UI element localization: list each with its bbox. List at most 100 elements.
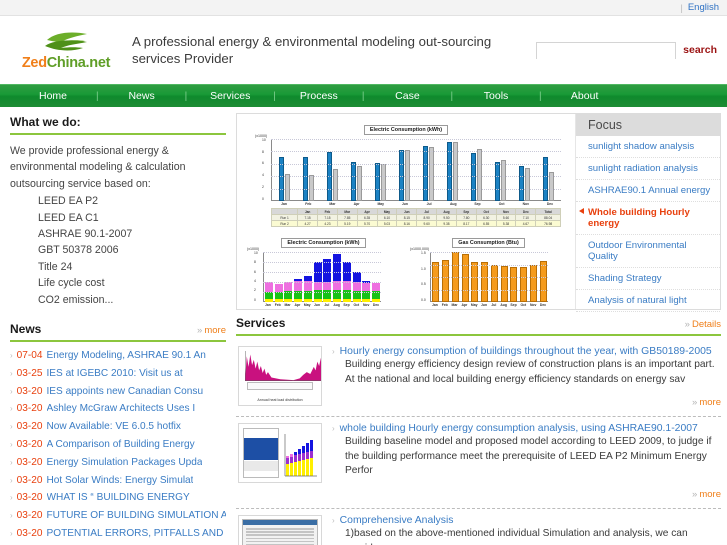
news-date: 03-20 [16,528,43,540]
nav-separator: | [96,90,99,102]
news-link[interactable]: Now Available: VE 6.0.5 hotfix [47,418,181,436]
banner-panel: Electric Consumption (kWh) (x1000) 10 8 6 4… [236,113,721,312]
chevron-right-icon: › [10,511,13,521]
site-logo[interactable]: ZedChina.net [14,30,118,71]
chart-title: Electric Consumption (kWh) [281,238,366,248]
news-link[interactable]: Energy Modeling, ASHRAE 90.1 An [47,347,206,365]
news-list-item[interactable]: › 07-04 Energy Modeling, ASHRAE 90.1 An [10,347,226,365]
nav-separator: | [361,90,365,102]
bar-group [392,139,416,201]
news-list-item[interactable]: › 03-20 IES appoints new Canadian Consu [10,383,226,401]
bar-group [489,139,513,201]
news-list-item[interactable]: › 03-20 Now Available: VE 6.0.5 hotfix [10,418,226,436]
service-thumbnail-ashrae-standard[interactable] [238,423,322,484]
chevron-right-icon: › [10,386,13,396]
whatwedo-header: What we do: [10,115,226,135]
search-input[interactable] [537,45,676,61]
service-thumbnail-comprehensive-analysis[interactable] [238,514,322,545]
news-link[interactable]: IES at IGEBC 2010: Visit us at [47,365,183,383]
service-more-link[interactable]: » more [692,397,721,408]
service-body: › whole building Hourly energy consumpti… [332,423,721,502]
focus-item-ashrae-annual-energy[interactable]: ASHRAE90.1 Annual energy [576,180,720,202]
nav-item-about[interactable]: About [558,90,612,102]
news-link[interactable]: Energy Simulation Packages Upda [47,454,203,472]
double-chevron-icon: » [684,319,690,330]
service-more-link[interactable]: » more [692,489,721,500]
news-date: 03-20 [16,439,43,451]
whatwedo-item: Life cycle cost [38,277,105,290]
focus-item-whole-building-hourly-energy[interactable]: Whole building Hourly energy [576,202,720,235]
services-details-link[interactable]: » Details [685,319,721,330]
news-more-link[interactable]: » more [197,325,226,336]
news-link[interactable]: POTENTIAL ERRORS, PITFALLS AND [47,525,224,543]
news-link[interactable]: WHAT IS “ BUILDING ENERGY [47,489,190,507]
service-title-link[interactable]: Hourly energy consumption of buildings t… [340,346,712,357]
bar-segment [303,299,312,302]
main-navigation: Home | News | Services | Process | Case … [0,84,727,107]
news-list-item[interactable]: › 03-20 A Comparison of Building Energy [10,436,226,454]
focus-item-shading-strategy[interactable]: Shading Strategy [576,268,720,290]
service-description: 1)based on the above-mentioned individua… [345,527,688,545]
services-details-label: Details [691,319,721,330]
news-list-item[interactable]: › 03-20 Hot Solar Winds: Energy Simulat [10,472,226,490]
bar-group [344,139,368,201]
news-link[interactable]: Hot Solar Winds: Energy Simulat [47,472,194,490]
bar-series [272,139,561,201]
bar [501,160,507,201]
news-date: 03-20 [16,492,43,504]
focus-item-analysis-of-natural-light[interactable]: Analysis of natural light [576,290,720,312]
chevron-right-icon: › [332,424,335,434]
news-link[interactable]: IES appoints new Canadian Consu [47,383,204,401]
nav-item-process[interactable]: Process [292,90,346,102]
news-list-item[interactable]: › 03-20 FUTURE OF BUILDING SIMULATION A [10,507,226,525]
language-english-link[interactable]: English [688,2,719,13]
service-more: » more [332,484,721,502]
news-link[interactable]: A Comparison of Building Energy [47,436,195,454]
chevron-right-icon: › [332,347,335,356]
service-list-item[interactable]: Annual heat load distribution › Hourly e… [236,340,721,412]
nav-item-news[interactable]: News [115,90,169,102]
bar-segment [362,299,371,302]
bar-group [274,252,284,302]
service-list-item[interactable]: › Comprehensive Analysis 1)based on the … [236,509,721,545]
news-link[interactable]: Ashley McGraw Architects Uses I [47,400,196,418]
focus-item-sunlight-shadow-analysis[interactable]: sunlight shadow analysis [576,136,720,158]
thumb-caption: Annual heat load distribution [257,398,303,402]
bar-segment [352,299,361,302]
bar [374,163,380,201]
nav-item-case[interactable]: Case [380,90,434,102]
whatwedo-item: LEED EA C1 [38,211,99,224]
whatwedo-list: LEED EA P2 LEED EA C1 ASHRAE 90.1-2007 G… [10,193,226,308]
bar [429,147,434,201]
nav-item-home[interactable]: Home [26,90,80,102]
nav-separator: | [273,90,276,102]
y-tick-labels: 10 8 6 4 2 0 [262,138,266,201]
focus-item-sunlight-radiation-analysis[interactable]: sunlight radiation analysis [576,158,720,180]
service-thumbnail-annual-heat-load[interactable]: Annual heat load distribution [238,346,322,406]
nav-item-tools[interactable]: Tools [469,90,523,102]
focus-panel: Focus sunlight shadow analysis sunlight … [575,114,720,312]
bar [471,262,479,302]
bar-segment [284,299,293,302]
bar [510,267,518,302]
service-title-link[interactable]: Comprehensive Analysis [340,515,454,526]
nav-item-services[interactable]: Services [203,90,257,102]
news-list-item[interactable]: › 03-20 WHAT IS “ BUILDING ENERGY [10,489,226,507]
banner-charts: Electric Consumption (kWh) (x1000) 10 8 6 4… [237,114,575,309]
bar-group [323,252,333,302]
table-cell: 4.23 [317,220,338,227]
search-button[interactable]: search [683,44,717,56]
news-list-item[interactable]: › 03-20 Ashley McGraw Architects Uses I [10,400,226,418]
news-date: 03-20 [16,456,43,468]
news-list-item[interactable]: › 03-25 IES at IGEBC 2010: Visit us at [10,365,226,383]
service-title-link[interactable]: whole building Hourly energy consumption… [340,423,698,434]
search-box[interactable] [536,41,677,61]
y-tick-labels: 10 8 6 4 2 0 [254,251,258,302]
news-list-item[interactable]: › 03-20 Energy Simulation Packages Upda [10,454,226,472]
news-list-item[interactable]: › 03-20 POTENTIAL ERRORS, PITFALLS AND [10,525,226,543]
service-list-item[interactable]: › whole building Hourly energy consumpti… [236,417,721,504]
y-tick-labels: 1.5 1.0 0.5 0.0 [421,251,426,302]
news-date: 03-20 [16,421,43,433]
news-link[interactable]: FUTURE OF BUILDING SIMULATION A [47,507,227,525]
focus-item-outdoor-environmental-quality[interactable]: Outdoor Environmental Quality [576,235,720,268]
